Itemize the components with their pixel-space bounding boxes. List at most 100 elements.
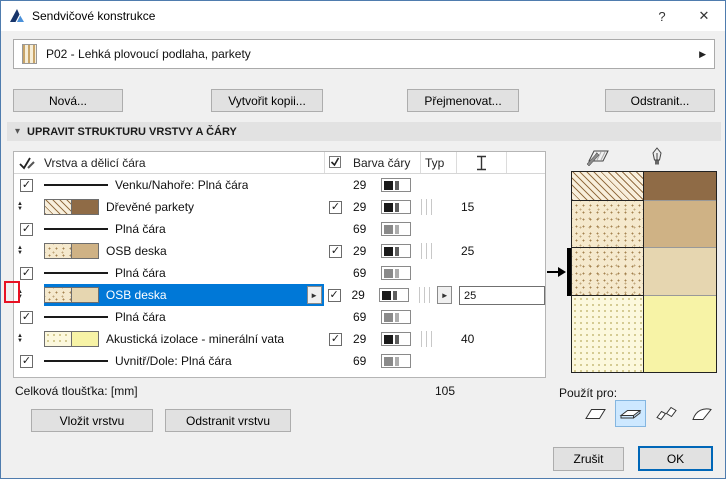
cut-fill-swatch[interactable] [44, 331, 72, 347]
use-with-label: Použít pro: [559, 386, 617, 400]
preview-cut-fill [572, 172, 644, 201]
separator-checkbox[interactable]: ✓ [20, 311, 33, 324]
pen-number: 29 [351, 196, 381, 218]
edit-structure-section-toggle[interactable]: ▾ UPRAVIT STRUKTURU VRSTVY A ČÁRY [7, 122, 721, 141]
selected-layer-marker [567, 248, 571, 296]
separator-row[interactable]: ✓ Plná čára 69 [14, 306, 545, 328]
layer-table: Vrstva a dělicí čára Barva čáry Typ ✓Ven… [13, 151, 546, 378]
preview-surface [644, 296, 716, 372]
use-with-wall-icon[interactable] [580, 400, 611, 427]
pen-color-swatch[interactable] [381, 332, 411, 346]
layer-name: Dřevěné parkety [106, 200, 194, 214]
separator-row[interactable]: ✓Plná čára69 [14, 218, 545, 240]
archicad-logo-icon [9, 8, 25, 24]
close-button[interactable]: ✕ [683, 1, 725, 31]
use-with-icons [580, 400, 717, 427]
layer-table-body: ✓ Venku/Nahoře: Plná čára 29 ▲▼ Dřevěné park… [14, 174, 545, 372]
separator-checkbox[interactable]: ✓ [20, 179, 33, 192]
composite-pattern-icon [22, 44, 37, 64]
preview-layer [572, 201, 716, 249]
separator-type-preview [421, 243, 435, 259]
layer-row[interactable]: ▲▼Akustická izolace - minerální vata✓294… [14, 328, 545, 350]
drag-handle[interactable]: ▲▼ [17, 202, 23, 212]
cut-fill-swatch[interactable] [44, 199, 72, 215]
check-pen-icon [14, 152, 44, 173]
cut-fill-pen-icon[interactable] [585, 148, 611, 169]
separator-type-preview [421, 199, 435, 215]
layer-visibility-checkbox[interactable]: ✓ [329, 201, 342, 214]
preview-cut-fill [572, 296, 644, 372]
preview-cut-fill [572, 201, 644, 249]
separator-row[interactable]: ✓Plná čára69 [14, 262, 545, 284]
pen-color-swatch[interactable] [381, 244, 411, 258]
pen-color-swatch[interactable] [381, 200, 411, 214]
separator-row[interactable]: ✓ Venku/Nahoře: Plná čára 29 [14, 174, 545, 196]
cut-fill-swatch[interactable] [44, 243, 72, 259]
pen-number: 69 [351, 218, 381, 240]
layer-row[interactable]: ▲▼OSB deska✓2925 [14, 240, 545, 262]
surface-swatch[interactable] [71, 331, 99, 347]
layer-visibility-checkbox[interactable]: ✓ [329, 333, 342, 346]
separator-line [44, 228, 108, 230]
title-bar: Sendvičové konstrukce ? ✕ [1, 1, 725, 31]
pen-number: 29 [351, 240, 381, 262]
remove-layer-button[interactable]: Odstranit vrstvu [165, 409, 291, 432]
column-type-label: Typ [421, 152, 457, 173]
duplicate-button[interactable]: Vytvořit kopii... [211, 89, 323, 112]
cut-fill-swatch[interactable] [44, 287, 72, 303]
preview-layer [572, 248, 716, 296]
separator-name: Venku/Nahoře: Plná čára [115, 178, 248, 192]
pen-color-swatch[interactable] [381, 178, 411, 192]
layer-row[interactable]: ▲▼Dřevěné parkety✓2915 [14, 196, 545, 218]
layer-visibility-checkbox[interactable]: ✓ [328, 289, 341, 302]
layer-name: OSB deska [106, 288, 167, 302]
pen-number: 29 [351, 174, 381, 196]
separator-row[interactable]: ✓Uvnitř/Dole: Plná čára69 [14, 350, 545, 372]
new-button[interactable]: Nová... [13, 89, 123, 112]
selector-arrow-icon[interactable]: ▶ [699, 49, 706, 60]
type-expand-button[interactable]: ► [437, 286, 452, 304]
use-with-shell-icon[interactable] [686, 400, 717, 427]
drag-handle[interactable]: ▲▼ [17, 334, 23, 344]
separator-checkbox[interactable]: ✓ [20, 355, 33, 368]
total-thickness-value: 105 [435, 384, 455, 398]
surface-pen-icon[interactable] [651, 147, 663, 169]
separator-checkbox[interactable]: ✓ [20, 267, 33, 280]
composite-selector[interactable]: P02 - Lehká plovoucí podlaha, parkety ▶ [13, 39, 715, 69]
ok-button[interactable]: OK [638, 446, 713, 471]
expand-button[interactable]: ► [307, 286, 322, 304]
preview-cut-fill [572, 248, 644, 296]
pen-color-swatch[interactable] [379, 288, 409, 302]
pen-number: 69 [351, 306, 381, 328]
use-with-slab-icon[interactable] [615, 400, 646, 427]
preview-surface [644, 201, 716, 249]
thickness-value: 25 [461, 244, 474, 258]
separator-checkbox[interactable]: ✓ [20, 223, 33, 236]
help-button[interactable]: ? [641, 1, 683, 31]
surface-swatch[interactable] [71, 199, 99, 215]
use-with-roof-icon[interactable] [651, 400, 682, 427]
separator-name: Plná čára [115, 310, 166, 324]
layer-row[interactable]: ▲▼OSB deska►✓29►25 [14, 284, 545, 306]
separator-line [44, 272, 108, 274]
composite-selector-value: P02 - Lehká plovoucí podlaha, parkety [46, 47, 251, 61]
pen-color-swatch[interactable] [381, 222, 411, 236]
rename-button[interactable]: Přejmenovat... [407, 89, 519, 112]
pen-color-swatch[interactable] [381, 310, 411, 324]
thickness-value: 40 [461, 332, 474, 346]
surface-swatch[interactable] [71, 243, 99, 259]
column-layer-label: Vrstva a dělicí čára [44, 152, 325, 173]
annotation-highlight [4, 281, 20, 303]
pen-color-swatch[interactable] [381, 266, 411, 280]
separator-name: Plná čára [115, 266, 166, 280]
surface-swatch[interactable] [71, 287, 99, 303]
drag-handle[interactable]: ▲▼ [17, 246, 23, 256]
cancel-button[interactable]: Zrušit [553, 447, 624, 471]
insert-layer-button[interactable]: Vložit vrstvu [31, 409, 153, 432]
separator-name: Uvnitř/Dole: Plná čára [115, 354, 232, 368]
thickness-input[interactable]: 25 [459, 286, 545, 305]
separator-line [44, 184, 108, 186]
delete-button[interactable]: Odstranit... [605, 89, 715, 112]
pen-color-swatch[interactable] [381, 354, 411, 368]
layer-visibility-checkbox[interactable]: ✓ [329, 245, 342, 258]
